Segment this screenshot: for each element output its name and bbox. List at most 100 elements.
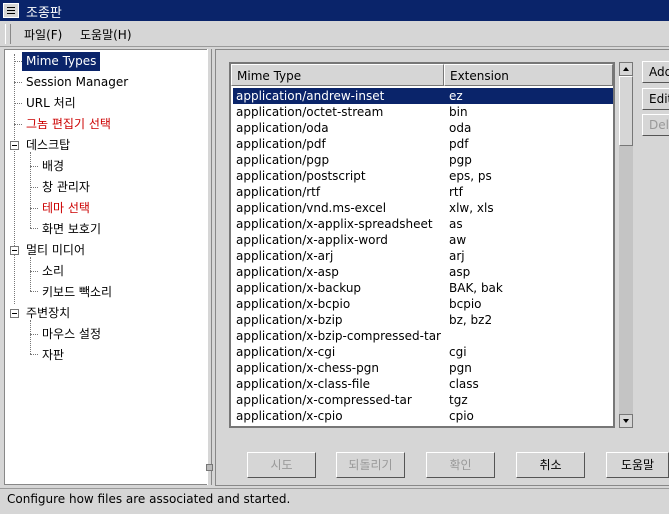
- table-row[interactable]: application/x-applix-word aw: [233, 232, 613, 248]
- mime-type-cell: application/x-backup: [236, 281, 362, 295]
- scroll-down-icon[interactable]: [619, 414, 633, 428]
- collapse-icon[interactable]: [10, 246, 19, 255]
- extension-cell: BAK, bak: [449, 281, 503, 295]
- table-row[interactable]: application/oda oda: [233, 120, 613, 136]
- table-row[interactable]: application/x-bzip-compressed-tar: [233, 328, 613, 344]
- extension-cell: xlw, xls: [449, 201, 494, 215]
- mime-type-cell: application/andrew-inset: [236, 89, 385, 103]
- tree-item-session-manager[interactable]: Session Manager: [26, 73, 128, 92]
- tree-item-keyboard-bell[interactable]: 키보드 빽소리: [42, 283, 112, 302]
- splitter-bar[interactable]: [207, 49, 212, 485]
- tree-item-editor-select[interactable]: 그놈 편집기 선택: [26, 115, 111, 134]
- tree-item-peripherals[interactable]: 주변장치: [26, 304, 70, 323]
- table-row[interactable]: application/x-cpio cpio: [233, 408, 613, 424]
- status-bar: Configure how files are associated and s…: [0, 488, 669, 510]
- pane-splitter[interactable]: [205, 49, 215, 485]
- mime-type-cell: application/x-class-file: [236, 377, 371, 391]
- cancel-button[interactable]: 취소: [516, 452, 585, 478]
- mime-type-cell: application/pgp: [236, 153, 330, 167]
- tree-item-screensaver[interactable]: 화면 보호기: [42, 220, 101, 239]
- title-bar: 조종판: [0, 0, 669, 21]
- extension-cell: asp: [449, 265, 471, 279]
- table-row[interactable]: application/x-asp asp: [233, 264, 613, 280]
- table-row[interactable]: application/vnd.ms-excel xlw, xls: [233, 200, 613, 216]
- status-text: Configure how files are associated and s…: [7, 492, 291, 506]
- table-row[interactable]: application/rtf rtf: [233, 184, 613, 200]
- tree-line: [14, 61, 22, 62]
- extension-cell: bz, bz2: [449, 313, 493, 327]
- table-row[interactable]: application/x-arj arj: [233, 248, 613, 264]
- table-row[interactable]: application/x-compressed-tar tgz: [233, 392, 613, 408]
- table-row[interactable]: application/x-bcpio bcpio: [233, 296, 613, 312]
- table-row[interactable]: application/x-bzip bz, bz2: [233, 312, 613, 328]
- column-header-extension[interactable]: Extension: [444, 64, 613, 86]
- help-button[interactable]: 도움말: [606, 452, 669, 478]
- mime-type-cell: application/octet-stream: [236, 105, 384, 119]
- mime-type-cell: application/postscript: [236, 169, 366, 183]
- tree-item-url-handler[interactable]: URL 처리: [26, 94, 76, 113]
- extension-cell: eps, ps: [449, 169, 492, 183]
- tree-item-sound[interactable]: 소리: [42, 262, 64, 281]
- mime-type-cell: application/x-asp: [236, 265, 339, 279]
- scroll-thumb[interactable]: [619, 76, 633, 146]
- try-button[interactable]: 시도: [247, 452, 316, 478]
- table-row[interactable]: application/x-chess-pgn pgn: [233, 360, 613, 376]
- tree-item-mime-types[interactable]: Mime Types: [22, 52, 101, 71]
- menu-help[interactable]: 도움말(H): [80, 26, 132, 43]
- menu-bar: 파일(F) 도움말(H): [0, 21, 669, 47]
- extension-cell: pgp: [449, 153, 472, 167]
- ok-button[interactable]: 확인: [426, 452, 495, 478]
- add-button[interactable]: Add: [642, 61, 669, 83]
- tree-line: [30, 271, 38, 272]
- table-row[interactable]: application/octet-stream bin: [233, 104, 613, 120]
- menu-file[interactable]: 파일(F): [24, 26, 62, 43]
- extension-cell: ez: [449, 89, 463, 103]
- collapse-icon[interactable]: [10, 141, 19, 150]
- mime-type-cell: application/x-bcpio: [236, 297, 351, 311]
- mime-type-cell: application/x-cpio: [236, 409, 343, 423]
- tree-line: [14, 82, 22, 83]
- tree-item-theme-select[interactable]: 테마 선택: [42, 199, 90, 218]
- window-menu-icon[interactable]: [3, 3, 19, 18]
- extension-cell: aw: [449, 233, 467, 247]
- mime-type-cell: application/x-bzip-compressed-tar: [236, 329, 441, 343]
- tree-item-desktop[interactable]: 데스크탑: [26, 136, 70, 155]
- table-row[interactable]: application/x-backup BAK, bak: [233, 280, 613, 296]
- menubar-grip-icon[interactable]: [5, 24, 11, 44]
- extension-cell: cpio: [449, 409, 474, 423]
- table-row[interactable]: application/pgp pgp: [233, 152, 613, 168]
- table-row[interactable]: application/postscript eps, ps: [233, 168, 613, 184]
- extension-cell: bcpio: [449, 297, 482, 311]
- column-header-mime-type[interactable]: Mime Type: [231, 64, 444, 86]
- table-row[interactable]: application/x-cgi cgi: [233, 344, 613, 360]
- revert-button[interactable]: 되돌리기: [336, 452, 405, 478]
- tree-line: [30, 334, 38, 335]
- splitter-grip-icon[interactable]: [206, 464, 213, 471]
- table-row[interactable]: application/x-class-file class: [233, 376, 613, 392]
- delete-button[interactable]: Del: [642, 114, 669, 136]
- vertical-scrollbar[interactable]: [619, 62, 633, 428]
- table-row[interactable]: application/x-applix-spreadsheet as: [233, 216, 613, 232]
- mime-type-cell: application/x-bzip: [236, 313, 343, 327]
- tree-item-window-manager[interactable]: 창 관리자: [42, 178, 90, 197]
- table-row[interactable]: application/pdf pdf: [233, 136, 613, 152]
- mime-type-cell: application/oda: [236, 121, 329, 135]
- tree-line: [30, 166, 38, 167]
- tree-item-background[interactable]: 배경: [42, 157, 64, 176]
- extension-cell: oda: [449, 121, 472, 135]
- tree-line: [14, 54, 15, 304]
- mime-type-cell: application/x-chess-pgn: [236, 361, 379, 375]
- scroll-up-icon[interactable]: [619, 62, 633, 76]
- extension-cell: arj: [449, 249, 465, 263]
- settings-tree: Mime Types Session Manager URL 처리 그놈 편집기…: [4, 49, 208, 485]
- tree-item-keyboard[interactable]: 자판: [42, 346, 64, 365]
- mime-type-cell: application/x-arj: [236, 249, 334, 263]
- tree-item-multimedia[interactable]: 멀티 미디어: [26, 241, 85, 260]
- extension-cell: pgn: [449, 361, 472, 375]
- table-row[interactable]: application/andrew-inset ez: [232, 87, 613, 105]
- tree-item-mouse[interactable]: 마우스 설정: [42, 325, 101, 344]
- edit-button[interactable]: Edit: [642, 88, 669, 110]
- window-title: 조종판: [26, 6, 62, 21]
- collapse-icon[interactable]: [10, 309, 19, 318]
- tree-line: [14, 103, 22, 104]
